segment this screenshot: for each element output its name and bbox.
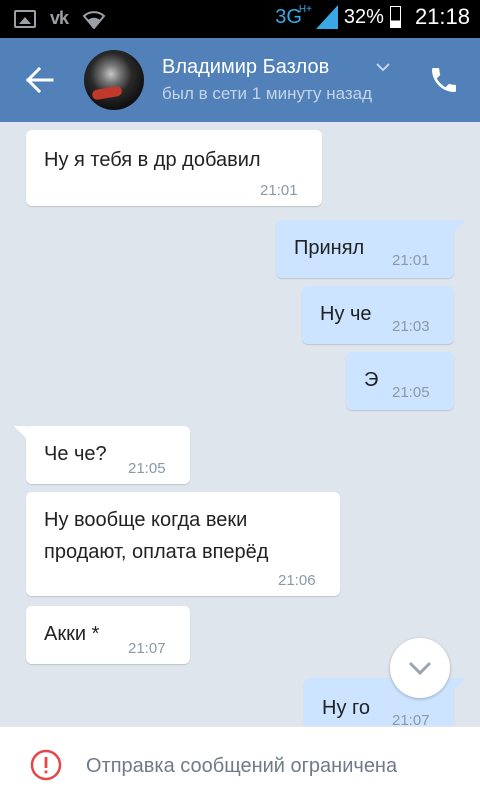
message-text: Принял (294, 237, 365, 259)
message-list[interactable]: Ну я тебя в др добавил 21:01 Принял 21:0… (0, 122, 480, 726)
chevron-down-icon (408, 661, 432, 676)
chevron-down-icon[interactable] (375, 60, 391, 74)
phone-icon[interactable] (428, 64, 460, 96)
message-time: 21:07 (392, 712, 430, 726)
message-text: Акки * (44, 623, 100, 645)
message-time: 21:03 (392, 318, 430, 335)
battery-percent: 32% (343, 5, 384, 28)
alert-circle-icon (30, 749, 62, 781)
message-time: 21:05 (128, 460, 166, 477)
message-incoming[interactable]: Ну вообще когда веки продают, оплата впе… (26, 492, 340, 596)
message-incoming[interactable]: Акки * 21:07 (26, 606, 190, 664)
message-time: 21:05 (392, 384, 430, 401)
message-incoming[interactable]: Че че? 21:05 (14, 426, 190, 484)
image-icon (14, 9, 36, 28)
message-time: 21:01 (392, 252, 430, 269)
status-bar: vk 3G H+ 32% 21:18 (0, 0, 480, 38)
signal-icon (315, 5, 338, 29)
back-arrow-icon[interactable] (20, 62, 60, 98)
network-indicator: 3G H+ (275, 3, 312, 28)
wifi-icon (82, 10, 106, 29)
message-outgoing[interactable]: Ну че 21:03 (302, 286, 454, 344)
message-text: Э (364, 369, 379, 391)
message-incoming[interactable]: Ну я тебя в др добавил 21:01 (26, 130, 322, 206)
message-outgoing[interactable]: Принял 21:01 (276, 220, 466, 278)
vk-icon: vk (50, 8, 69, 28)
composer-restricted-notice: Отправка сообщений ограничена (0, 726, 480, 800)
peer-status: был в сети 1 минуту назад (162, 84, 373, 103)
message-text: Че че? (44, 443, 107, 465)
message-text: продают, оплата вперёд (44, 541, 269, 563)
battery-icon (389, 6, 401, 28)
message-text: Ну го (322, 697, 370, 719)
message-time: 21:07 (128, 640, 166, 657)
clock: 21:18 (414, 4, 470, 29)
notice-text: Отправка сообщений ограничена (86, 755, 398, 777)
scroll-to-bottom-button[interactable] (390, 638, 450, 698)
message-time: 21:01 (260, 182, 298, 199)
peer-name[interactable]: Владимир Базлов (162, 56, 329, 79)
message-text: Ну я тебя в др добавил (44, 149, 261, 171)
message-time: 21:06 (278, 572, 316, 589)
chat-header: Владимир Базлов был в сети 1 минуту наза… (0, 38, 480, 122)
message-text: Ну че (320, 303, 372, 325)
message-outgoing[interactable]: Э 21:05 (346, 352, 454, 410)
avatar[interactable] (84, 50, 144, 110)
message-text: Ну вообще когда веки (44, 509, 248, 531)
